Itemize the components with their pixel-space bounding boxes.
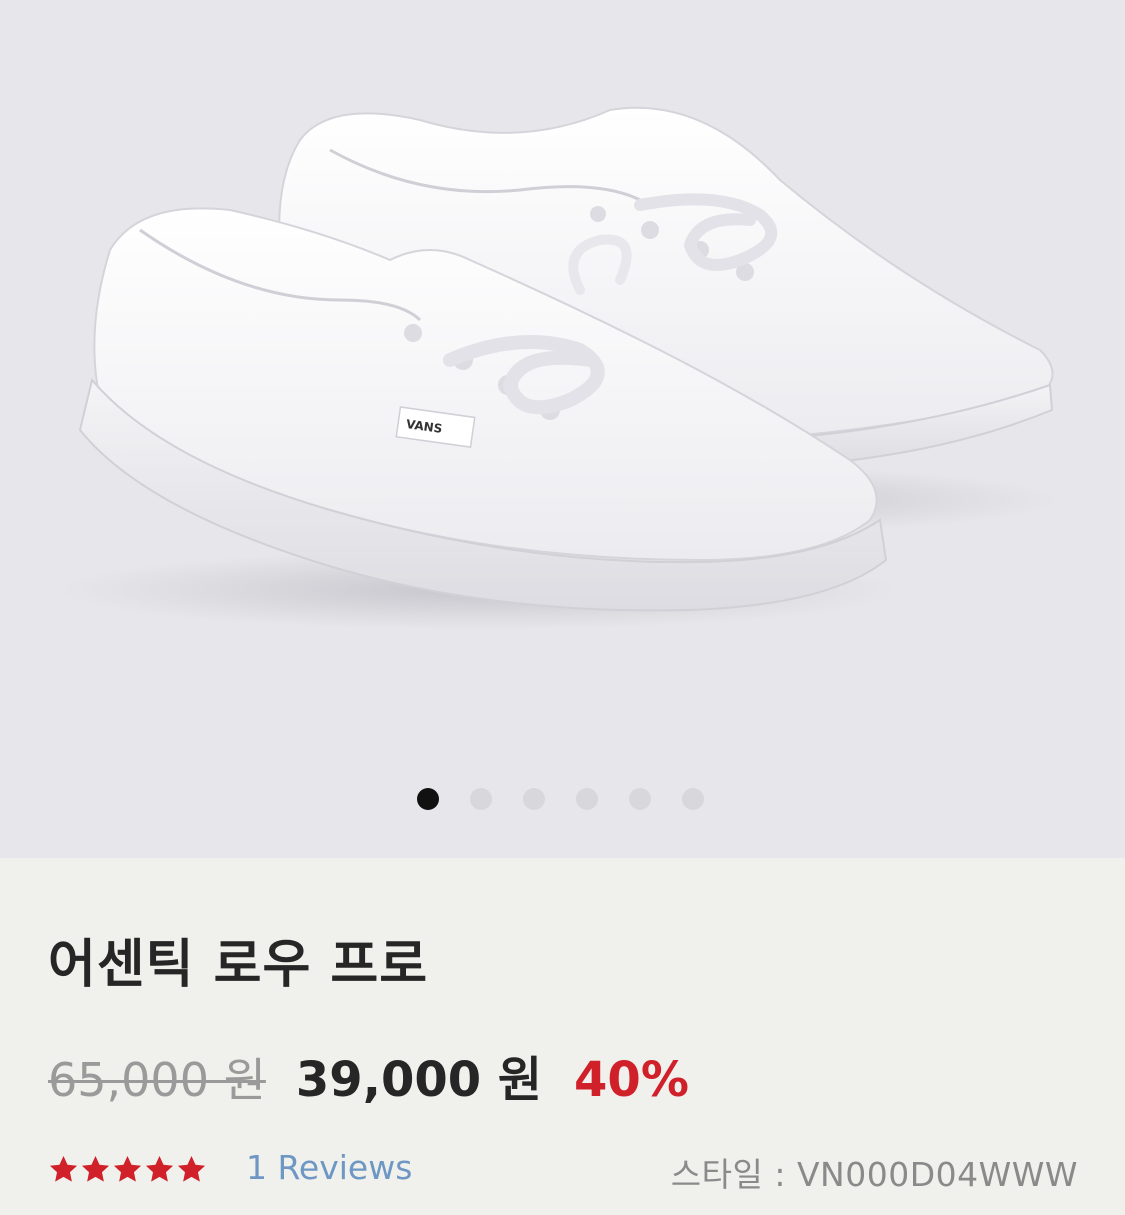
- carousel-indicator: [0, 788, 1123, 810]
- star-icon: [81, 1155, 110, 1182]
- discount-badge: 40%: [574, 1052, 689, 1108]
- product-image-carousel[interactable]: VANS: [0, 0, 1125, 858]
- carousel-dot[interactable]: [629, 788, 651, 810]
- sale-price: 39,000 원: [295, 1052, 543, 1108]
- star-icon: [177, 1155, 206, 1182]
- meta-row: 1 Reviews 스타일 : VN000D04WWW: [48, 1148, 1078, 1194]
- product-title: 어센틱 로우 프로: [48, 935, 429, 995]
- carousel-dot[interactable]: [576, 788, 598, 810]
- star-icon: [113, 1155, 142, 1182]
- style-code: 스타일 : VN000D04WWW: [670, 1155, 1078, 1194]
- star-icon: [49, 1155, 78, 1182]
- carousel-dot[interactable]: [470, 788, 492, 810]
- star-icon: [145, 1155, 174, 1182]
- carousel-dot[interactable]: [417, 788, 439, 810]
- reviews-link[interactable]: 1 Reviews: [246, 1148, 412, 1187]
- original-price: 65,000 원: [48, 1053, 266, 1107]
- product-image: VANS: [60, 106, 1060, 630]
- star-rating: [48, 1154, 207, 1185]
- carousel-dot[interactable]: [523, 788, 545, 810]
- price-row: 65,000 원 39,000 원 40%: [48, 1040, 689, 1110]
- carousel-dot[interactable]: [682, 788, 704, 810]
